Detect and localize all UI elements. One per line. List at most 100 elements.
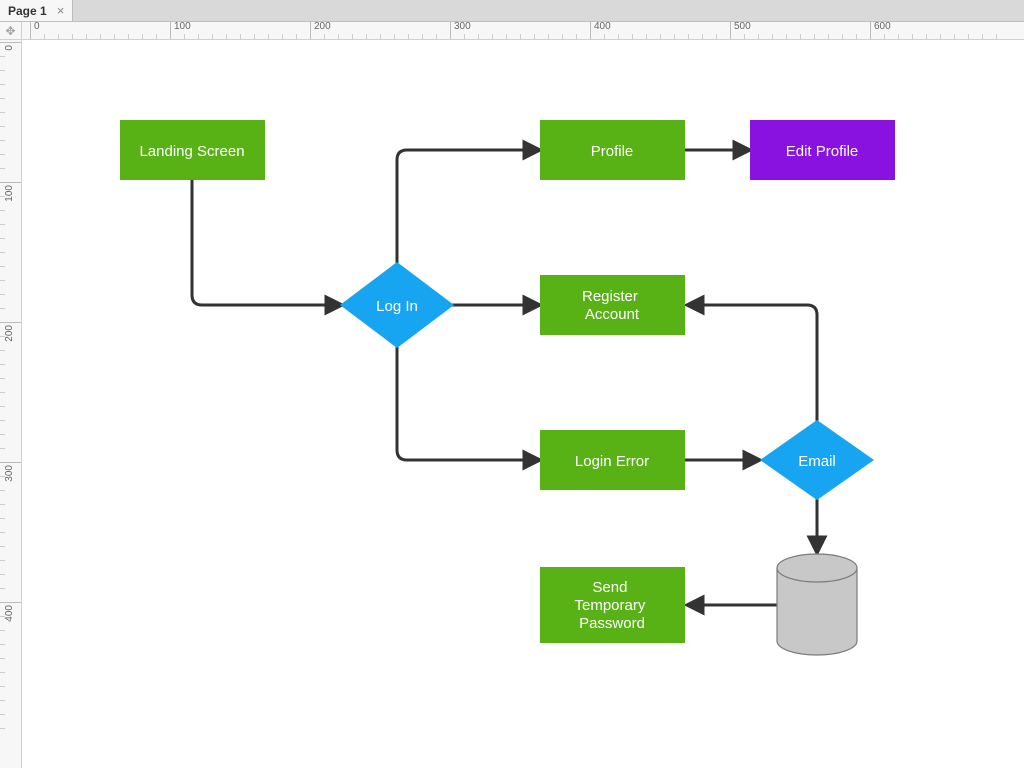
ruler-row: ✥ 0100200300400500600: [0, 22, 1024, 40]
edge-login-profile[interactable]: [397, 150, 540, 265]
ruler-h-minor: [660, 34, 661, 39]
ruler-h-minor: [422, 34, 423, 39]
ruler-h-minor: [338, 34, 339, 39]
vertical-ruler: 0100200300400: [0, 40, 22, 768]
ruler-h-minor: [212, 34, 213, 39]
ruler-h-minor: [520, 34, 521, 39]
nodes: Landing Screen Log In Profile Edit Profi…: [120, 120, 895, 655]
ruler-h-minor: [380, 34, 381, 39]
ruler-h-major: 500: [730, 22, 751, 39]
ruler-h-minor: [198, 34, 199, 39]
node-edit-profile[interactable]: Edit Profile: [750, 120, 895, 180]
ruler-h-minor: [632, 34, 633, 39]
ruler-h-minor: [926, 34, 927, 39]
node-send-temporary-password[interactable]: Send Temporary Password: [540, 567, 685, 643]
ruler-h-major: 300: [450, 22, 471, 39]
ruler-h-minor: [562, 34, 563, 39]
diagram-canvas[interactable]: Landing Screen Log In Profile Edit Profi…: [22, 40, 1024, 768]
ruler-v-minor: [0, 672, 5, 673]
ruler-h-minor: [58, 34, 59, 39]
ruler-h-minor: [240, 34, 241, 39]
ruler-h-minor: [44, 34, 45, 39]
node-profile[interactable]: Profile: [540, 120, 685, 180]
ruler-v-minor: [0, 98, 5, 99]
ruler-h-minor: [506, 34, 507, 39]
ruler-v-minor: [0, 126, 5, 127]
ruler-h-minor: [282, 34, 283, 39]
tab-page-1[interactable]: Page 1 ×: [0, 0, 73, 21]
node-login-error[interactable]: Login Error: [540, 430, 685, 490]
ruler-v-minor: [0, 378, 5, 379]
ruler-v-minor: [0, 308, 5, 309]
ruler-v-minor: [0, 616, 5, 617]
ruler-v-minor: [0, 448, 5, 449]
ruler-h-minor: [408, 34, 409, 39]
ruler-v-minor: [0, 350, 5, 351]
ruler-v-minor: [0, 210, 5, 211]
ruler-h-minor: [604, 34, 605, 39]
ruler-h-minor: [394, 34, 395, 39]
node-label: Landing Screen: [139, 143, 244, 160]
ruler-h-minor: [324, 34, 325, 39]
node-label: Register Account: [582, 288, 642, 323]
ruler-v-minor: [0, 700, 5, 701]
ruler-h-minor: [618, 34, 619, 39]
ruler-h-minor: [898, 34, 899, 39]
node-label: Profile: [591, 143, 634, 160]
ruler-v-minor: [0, 294, 5, 295]
ruler-v-major: 100: [0, 182, 22, 183]
ruler-v-minor: [0, 434, 5, 435]
node-email[interactable]: Email: [760, 420, 874, 500]
ruler-v-minor: [0, 588, 5, 589]
ruler-h-major: 100: [170, 22, 191, 39]
close-icon[interactable]: ×: [57, 3, 65, 18]
ruler-h-minor: [114, 34, 115, 39]
ruler-h-minor: [674, 34, 675, 39]
ruler-h-minor: [352, 34, 353, 39]
ruler-h-minor: [142, 34, 143, 39]
ruler-v-minor: [0, 420, 5, 421]
ruler-v-major: 400: [0, 602, 22, 603]
ruler-h-minor: [856, 34, 857, 39]
ruler-h-major: 600: [870, 22, 891, 39]
ruler-v-minor: [0, 574, 5, 575]
edge-landing-login[interactable]: [192, 180, 342, 305]
ruler-v-minor: [0, 140, 5, 141]
ruler-h-minor: [436, 34, 437, 39]
ruler-h-minor: [884, 34, 885, 39]
ruler-h-minor: [268, 34, 269, 39]
ruler-h-minor: [492, 34, 493, 39]
tab-bar: Page 1 ×: [0, 0, 1024, 22]
ruler-v-minor: [0, 56, 5, 57]
ruler-v-minor: [0, 168, 5, 169]
ruler-v-minor: [0, 644, 5, 645]
ruler-h-minor: [464, 34, 465, 39]
ruler-h-minor: [800, 34, 801, 39]
ruler-v-minor: [0, 476, 5, 477]
ruler-h-minor: [982, 34, 983, 39]
ruler-v-minor: [0, 196, 5, 197]
node-datastore[interactable]: [777, 554, 857, 655]
ruler-h-minor: [716, 34, 717, 39]
edge-email-register[interactable]: [687, 305, 817, 422]
ruler-h-minor: [100, 34, 101, 39]
ruler-h-minor: [758, 34, 759, 39]
ruler-v-minor: [0, 112, 5, 113]
ruler-v-minor: [0, 252, 5, 253]
ruler-h-minor: [548, 34, 549, 39]
ruler-h-minor: [814, 34, 815, 39]
ruler-v-minor: [0, 224, 5, 225]
ruler-v-minor: [0, 364, 5, 365]
ruler-h-minor: [996, 34, 997, 39]
edge-login-loginerr[interactable]: [397, 345, 540, 460]
horizontal-ruler: 0100200300400500600: [22, 22, 1024, 39]
node-log-in[interactable]: Log In: [340, 262, 454, 348]
ruler-corner: ✥: [0, 22, 22, 40]
ruler-h-minor: [296, 34, 297, 39]
ruler-h-minor: [156, 34, 157, 39]
node-landing-screen[interactable]: Landing Screen: [120, 120, 265, 180]
ruler-h-minor: [744, 34, 745, 39]
ruler-h-minor: [786, 34, 787, 39]
node-register-account[interactable]: Register Account: [540, 275, 685, 335]
ruler-h-minor: [534, 34, 535, 39]
